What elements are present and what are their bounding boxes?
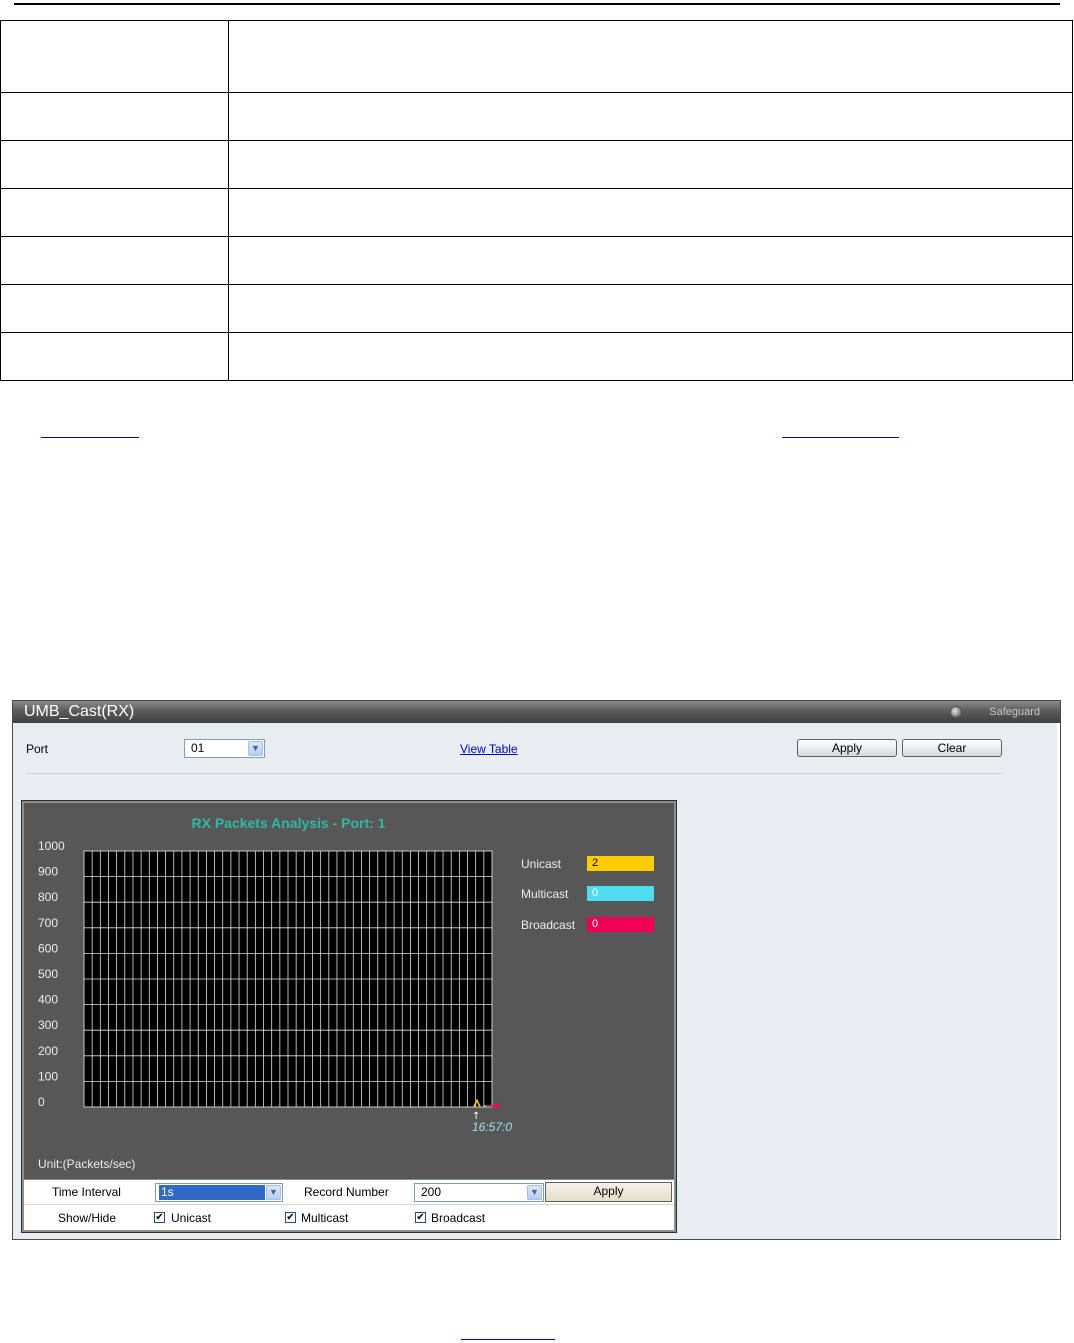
y-tick-label: 300 <box>38 1018 58 1032</box>
multicast-checkbox-label: Multicast <box>301 1211 349 1225</box>
legend-label-unicast: Unicast <box>521 857 562 871</box>
table-cell <box>0 20 229 93</box>
chart-controls: Time Interval 1s ▼ Record Number 200 ▼ A… <box>24 1179 674 1230</box>
safeguard-icon <box>950 706 962 718</box>
chart-plot-area: 10009008007006005004003002001000↑16:57:0 <box>38 839 512 1134</box>
record-number-label: Record Number <box>304 1185 389 1199</box>
y-tick-label: 700 <box>38 916 58 930</box>
record-number-value: 200 <box>421 1185 442 1199</box>
table-cell <box>0 332 229 381</box>
table-cell <box>228 20 1073 93</box>
row-divider <box>24 1204 674 1205</box>
table-cell <box>228 236 1073 285</box>
window-titlebar: UMB_Cast(RX) Safeguard <box>13 701 1060 723</box>
y-tick-label: 800 <box>38 890 58 904</box>
port-select[interactable]: 01 ▼ <box>184 739 265 758</box>
legend-value-multicast: 0 <box>587 886 654 901</box>
hyperlink-underline[interactable] <box>461 1339 555 1340</box>
table-cell <box>228 284 1073 333</box>
broadcast-checkbox[interactable]: ✔ <box>415 1212 426 1223</box>
hyperlink-underline[interactable] <box>782 437 899 438</box>
y-tick-label: 600 <box>38 941 58 955</box>
divider <box>27 773 1003 774</box>
y-tick-label: 1000 <box>38 839 65 853</box>
clear-button[interactable]: Clear <box>902 739 1002 757</box>
chevron-down-icon[interactable]: ▼ <box>266 1185 281 1200</box>
hyperlink-underline[interactable] <box>41 437 139 438</box>
record-number-select[interactable]: 200 ▼ <box>414 1183 544 1202</box>
table-cell <box>0 92 229 141</box>
port-value: 01 <box>191 741 205 755</box>
table-cell <box>0 236 229 285</box>
legend-label-multicast: Multicast <box>521 887 569 901</box>
apply-button[interactable]: Apply <box>797 739 897 757</box>
table-cell <box>228 140 1073 189</box>
y-tick-label: 900 <box>38 865 58 879</box>
y-tick-label: 200 <box>38 1044 58 1058</box>
time-interval-label: Time Interval <box>52 1185 121 1199</box>
umb-cast-rx-window: UMB_Cast(RX) Safeguard Port 01 ▼ View Ta… <box>12 700 1061 1240</box>
legend-value-broadcast: 0 <box>587 917 654 932</box>
page-header-rule <box>14 3 1060 5</box>
y-tick-label: 500 <box>38 967 58 981</box>
unicast-checkbox[interactable]: ✔ <box>154 1212 165 1223</box>
chart-unit-label: Unit:(Packets/sec) <box>38 1157 136 1171</box>
series-point-broadcast <box>494 1103 500 1109</box>
rx-packets-chart: RX Packets Analysis - Port: 1 1000 900 800… <box>21 800 677 1233</box>
multicast-checkbox[interactable]: ✔ <box>285 1212 296 1223</box>
table-cell <box>228 92 1073 141</box>
chevron-down-icon[interactable]: ▼ <box>248 741 263 756</box>
time-interval-select[interactable]: 1s ▼ <box>155 1183 283 1202</box>
x-tick-label: 16:57:0 <box>472 1120 512 1134</box>
y-tick-label: 400 <box>38 993 58 1007</box>
chart-apply-button[interactable]: Apply <box>545 1182 672 1202</box>
chevron-down-icon[interactable]: ▼ <box>527 1185 542 1200</box>
table-cell <box>0 284 229 333</box>
broadcast-checkbox-label: Broadcast <box>431 1211 486 1225</box>
window-title: UMB_Cast(RX) <box>24 703 135 720</box>
table-cell <box>0 188 229 237</box>
legend-value-unicast: 2 <box>587 856 654 871</box>
unicast-checkbox-label: Unicast <box>171 1211 212 1225</box>
show-hide-label: Show/Hide <box>58 1211 117 1225</box>
window-content: Port 01 ▼ View Table Apply Clear RX Pack… <box>13 723 1060 1239</box>
legend-label-broadcast: Broadcast <box>521 918 576 932</box>
table-cell <box>228 188 1073 237</box>
safeguard-label: Safeguard <box>989 706 1040 718</box>
view-table-link[interactable]: View Table <box>460 742 518 756</box>
y-tick-label: 0 <box>38 1095 45 1109</box>
parameter-description-table <box>0 20 1073 381</box>
time-interval-value: 1s <box>159 1185 265 1200</box>
port-label: Port <box>26 742 49 756</box>
table-cell <box>0 140 229 189</box>
table-cell <box>228 332 1073 381</box>
y-tick-label: 100 <box>38 1069 58 1083</box>
